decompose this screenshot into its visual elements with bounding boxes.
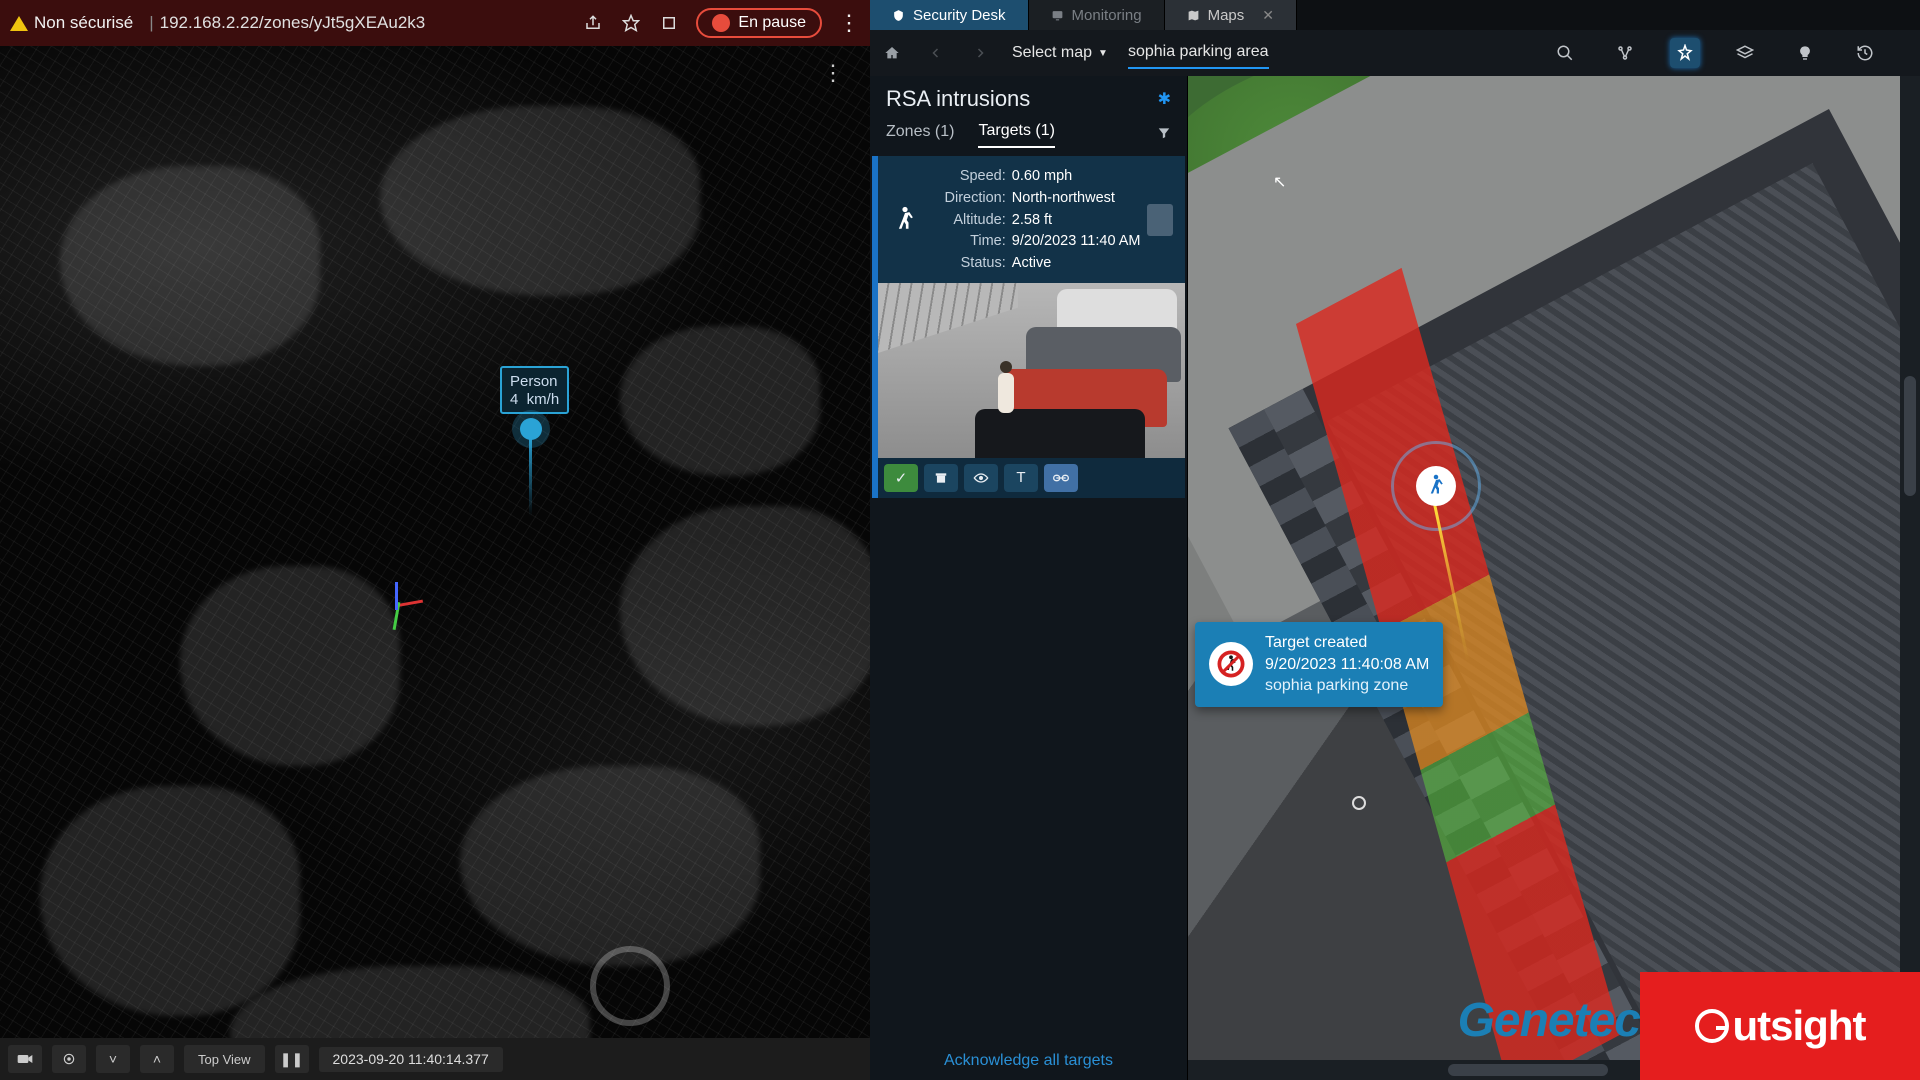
security-center-window: Security Desk Monitoring Maps ✕ Select m… [870, 0, 1920, 1080]
target-card[interactable]: Speed:0.60 mph Direction:North-northwest… [872, 156, 1185, 498]
collapse-icon[interactable]: ˅ [96, 1045, 130, 1073]
chrome-menu-icon[interactable]: ⋮ [838, 10, 860, 36]
tab-monitoring[interactable]: Monitoring [1029, 0, 1165, 30]
tab-label: Security Desk [913, 7, 1006, 24]
eye-icon[interactable] [964, 464, 998, 492]
smart-tracking-icon[interactable] [1670, 38, 1700, 68]
targets-tab[interactable]: Targets (1) [978, 122, 1054, 148]
target-details: Speed:0.60 mph Direction:North-northwest… [920, 166, 1141, 275]
target-actions: ✓ T [878, 458, 1185, 498]
star-icon[interactable] [620, 12, 642, 34]
tab-security-desk[interactable]: Security Desk [870, 0, 1029, 30]
camera-thumbnail[interactable] [878, 283, 1185, 458]
chevron-down-icon: ▼ [1098, 48, 1108, 59]
search-icon[interactable] [1550, 38, 1580, 68]
nav-forward-icon[interactable] [968, 41, 992, 65]
lightbulb-icon[interactable] [1790, 38, 1820, 68]
popup-timestamp: 9/20/2023 11:40:08 AM [1265, 654, 1429, 676]
lidar-viewport[interactable]: ⋮ Person 4 km/h [0, 46, 870, 1038]
vertical-scrollbar[interactable] [1900, 76, 1920, 1060]
acknowledge-all-link[interactable]: Acknowledge all targets [870, 1042, 1187, 1080]
range-ring [590, 946, 670, 1026]
trail-origin [1352, 796, 1366, 810]
camera-icon[interactable] [8, 1045, 42, 1073]
archive-icon[interactable] [924, 464, 958, 492]
event-popup[interactable]: Target created 9/20/2023 11:40:08 AM sop… [1195, 622, 1443, 707]
chain-icon[interactable] [1044, 464, 1078, 492]
extension-icon[interactable] [658, 12, 680, 34]
acknowledge-icon[interactable]: ✓ [884, 464, 918, 492]
detection-trail [529, 436, 532, 516]
outsight-o-glyph [1695, 1009, 1729, 1043]
popup-location: sophia parking zone [1265, 675, 1429, 697]
insecure-label: Non sécurisé [34, 13, 133, 33]
target-color-swatch[interactable] [1147, 204, 1173, 236]
link-icon[interactable] [1610, 38, 1640, 68]
mouse-cursor: ↖ [1273, 172, 1286, 192]
pedestrian-icon [890, 166, 920, 275]
zones-tab[interactable]: Zones (1) [886, 123, 954, 147]
chrome-address-bar: Non sécurisé |192.168.2.22/zones/yJt5gXE… [0, 0, 870, 46]
tab-label: Monitoring [1072, 7, 1142, 24]
tab-maps[interactable]: Maps ✕ [1165, 0, 1297, 30]
url-field[interactable]: |192.168.2.22/zones/yJt5gXEAu2k3 [143, 13, 572, 33]
pause-button[interactable]: En pause [696, 8, 822, 38]
panel-title: RSA intrusions [886, 86, 1030, 112]
current-map-name[interactable]: sophia parking area [1128, 43, 1269, 69]
point-cloud-clusters [0, 46, 870, 1038]
detection-label[interactable]: Person 4 km/h [500, 366, 569, 414]
pause-label: En pause [738, 14, 806, 32]
text-icon[interactable]: T [1004, 464, 1038, 492]
lidar-context-menu-icon[interactable]: ⋮ [822, 60, 846, 86]
record-dot-icon [712, 14, 730, 32]
expand-icon[interactable]: ˄ [140, 1045, 174, 1073]
lidar-window: Non sécurisé |192.168.2.22/zones/yJt5gXE… [0, 0, 870, 1080]
playback-timestamp: 2023-09-20 11:40:14.377 [319, 1047, 503, 1072]
top-view-button[interactable]: Top View [184, 1045, 265, 1073]
locate-icon[interactable] [52, 1045, 86, 1073]
close-icon[interactable]: ✕ [1262, 7, 1274, 24]
genetec-logo: Genetec [1458, 993, 1640, 1048]
select-map-label: Select map [1012, 44, 1092, 62]
share-icon[interactable] [582, 12, 604, 34]
tab-label: Maps [1208, 7, 1245, 24]
outsight-logo: utsight [1640, 972, 1920, 1080]
home-icon[interactable] [880, 41, 904, 65]
select-map-dropdown[interactable]: Select map ▼ [1012, 44, 1108, 62]
app-tabs: Security Desk Monitoring Maps ✕ [870, 0, 1920, 30]
url-path: /zones/yJt5gXEAu2k3 [259, 13, 425, 32]
intrusions-panel: RSA intrusions ✱ Zones (1) Targets (1) S… [870, 76, 1188, 1080]
map-viewport[interactable]: Target created 9/20/2023 11:40:08 AM sop… [1188, 76, 1920, 1080]
layers-icon[interactable] [1730, 38, 1760, 68]
popup-title: Target created [1265, 632, 1429, 654]
warning-icon [10, 16, 28, 31]
no-pedestrian-icon [1209, 642, 1253, 686]
chrome-action-icons: En pause ⋮ [582, 8, 860, 38]
insecure-indicator[interactable]: Non sécurisé [10, 13, 133, 33]
pause-playback-icon[interactable]: ❚❚ [275, 1045, 309, 1073]
gear-icon[interactable]: ✱ [1158, 89, 1171, 109]
lidar-toolbar: ˅ ˄ Top View ❚❚ 2023-09-20 11:40:14.377 [0, 1038, 870, 1080]
url-host: 192.168.2.22 [160, 13, 259, 32]
target-marker[interactable] [1416, 466, 1456, 506]
nav-back-icon[interactable] [924, 41, 948, 65]
map-toolbar: Select map ▼ sophia parking area [870, 30, 1920, 76]
history-icon[interactable] [1850, 38, 1880, 68]
filter-icon[interactable] [1157, 126, 1171, 145]
